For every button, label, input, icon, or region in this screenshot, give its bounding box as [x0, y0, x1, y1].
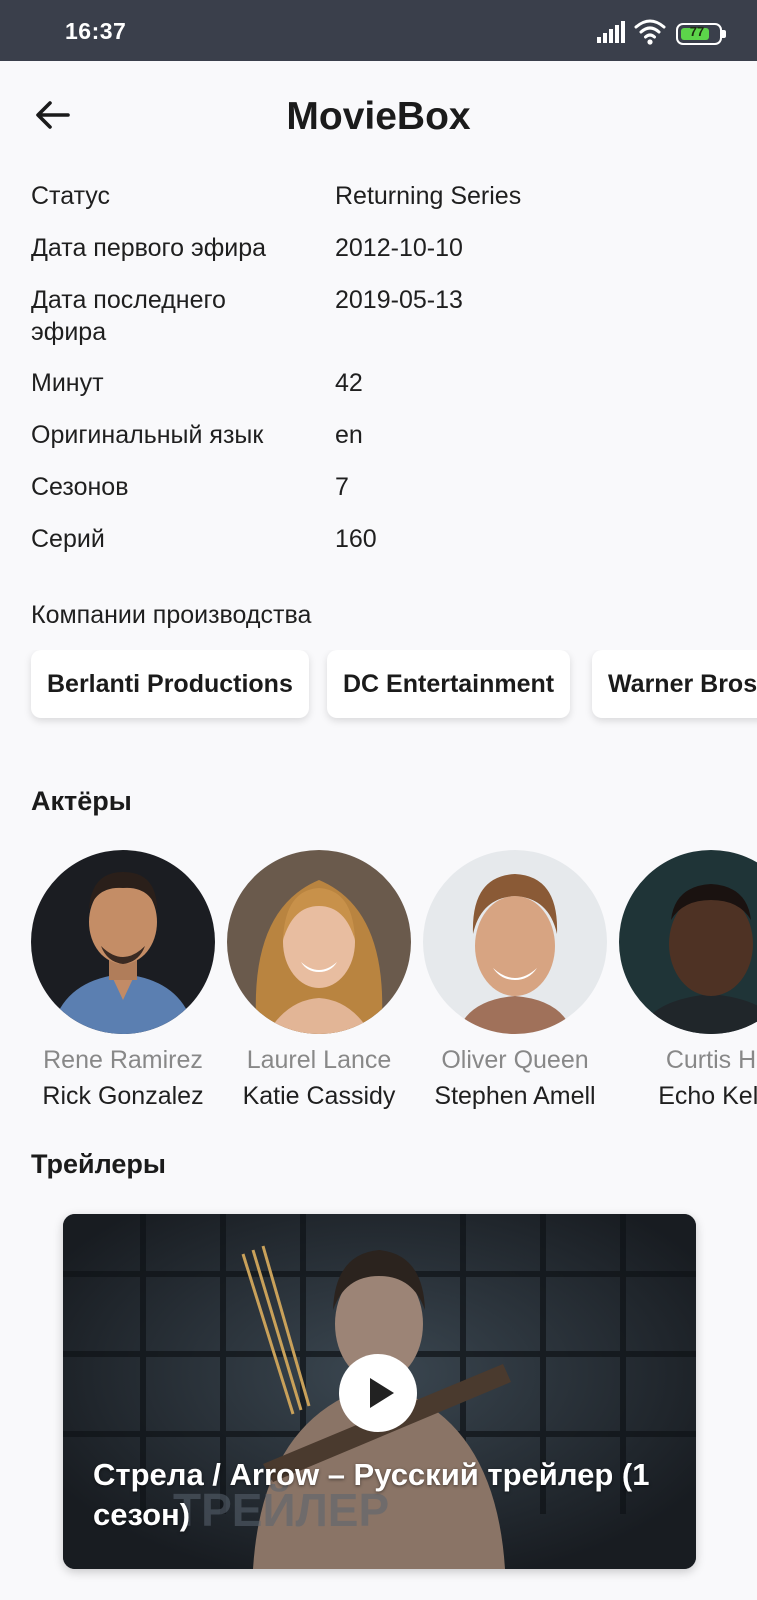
- actor-name: Rick Gonzalez: [42, 1082, 204, 1110]
- info-label: Дата последнего эфира: [31, 286, 226, 346]
- companies-title: Компании производства: [31, 601, 312, 629]
- battery-icon: 77: [676, 23, 726, 45]
- info-value: 2019-05-13: [335, 286, 463, 314]
- page-title: MovieBox: [286, 95, 471, 138]
- actor-card[interactable]: Oliver Queen Stephen Amell: [415, 850, 615, 1110]
- company-chip[interactable]: Berlanti Productions: [31, 650, 309, 718]
- actor-name: Stephen Amell: [434, 1082, 596, 1110]
- actor-name: Katie Cassidy: [242, 1082, 396, 1110]
- company-chip[interactable]: Warner Bros: [592, 650, 757, 718]
- actor-character: Rene Ramirez: [43, 1046, 203, 1074]
- actor-card[interactable]: Laurel Lance Katie Cassidy: [219, 850, 419, 1110]
- info-value: 7: [335, 473, 349, 501]
- status-bar: 16:37 77: [0, 0, 757, 61]
- info-value: 42: [335, 369, 363, 397]
- info-label: Минут: [31, 369, 104, 397]
- signal-icon: [597, 21, 625, 43]
- info-value: 2012-10-10: [335, 234, 463, 262]
- info-value: en: [335, 421, 363, 449]
- info-label: Серий: [31, 525, 105, 553]
- info-label: Статус: [31, 182, 111, 210]
- status-time: 16:37: [65, 18, 127, 44]
- actor-photo: [227, 850, 411, 1034]
- trailer-card[interactable]: ТРЕЙЛЕР Стрела / Arrow – Русский трейлер…: [63, 1214, 696, 1569]
- actor-photo: [31, 850, 215, 1034]
- actor-name: Echo Kell: [658, 1082, 757, 1110]
- actor-character: Oliver Queen: [441, 1046, 589, 1074]
- trailers-title: Трейлеры: [31, 1149, 166, 1179]
- actor-photo: [619, 850, 757, 1034]
- actors-list[interactable]: Rene Ramirez Rick Gonzalez Laurel Lance …: [0, 850, 757, 1110]
- battery-level: 77: [689, 24, 705, 39]
- actor-photo: [423, 850, 607, 1034]
- info-value: Returning Series: [335, 182, 522, 210]
- info-label: Дата первого эфира: [31, 234, 267, 262]
- actor-character: Curtis H: [665, 1046, 757, 1074]
- info-label: Сезонов: [31, 473, 129, 501]
- info-value: 160: [335, 525, 377, 553]
- companies-list[interactable]: Berlanti Productions DC Entertainment Wa…: [0, 650, 757, 740]
- actor-card[interactable]: Curtis H Echo Kell: [611, 850, 757, 1110]
- actor-character: Laurel Lance: [246, 1046, 392, 1074]
- play-icon[interactable]: [339, 1354, 417, 1432]
- actor-card[interactable]: Rene Ramirez Rick Gonzalez: [23, 850, 223, 1110]
- info-label: Оригинальный язык: [31, 421, 264, 449]
- company-chip[interactable]: DC Entertainment: [327, 650, 571, 718]
- actors-title: Актёры: [31, 786, 132, 816]
- wifi-icon: [634, 19, 666, 45]
- trailer-title: Стрела / Arrow – Русский трейлер (1 сезо…: [93, 1457, 650, 1532]
